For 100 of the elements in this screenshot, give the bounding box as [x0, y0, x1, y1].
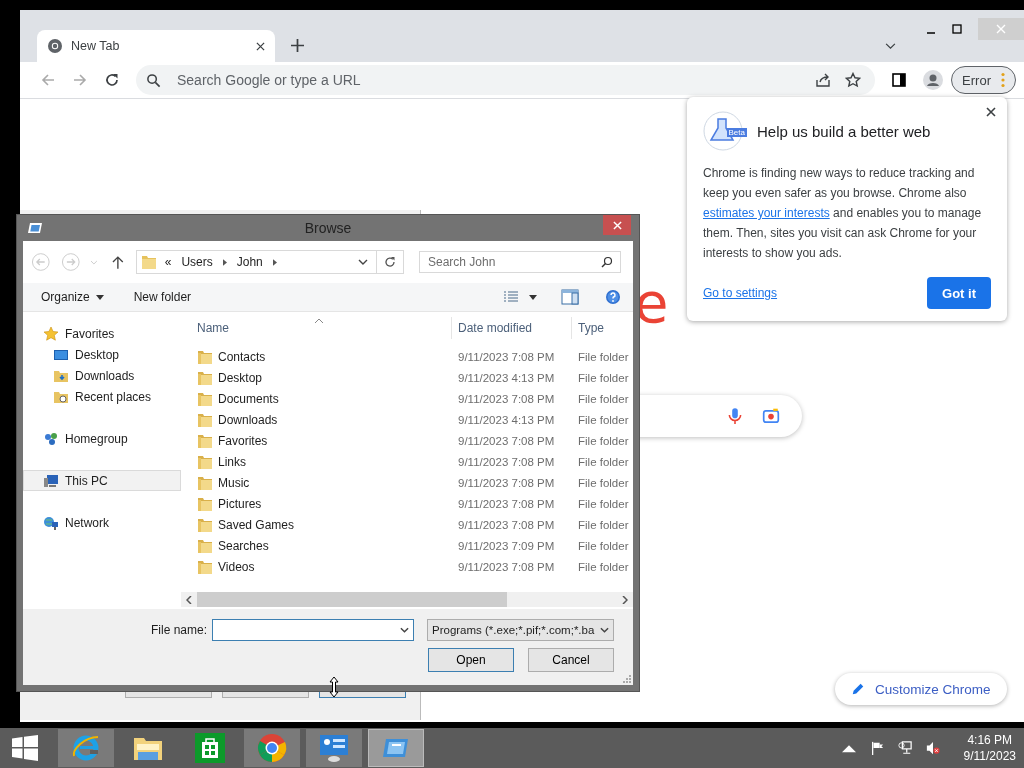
help-icon[interactable] [605, 289, 621, 305]
caret-icon[interactable] [529, 294, 537, 300]
folder-icon [197, 390, 213, 407]
table-cell-text: File folder [577, 413, 630, 426]
dialog-button[interactable]: Cancel [528, 648, 614, 672]
table-cell-text: 9/11/2023 7:08 PM [457, 434, 556, 447]
breadcrumb-item[interactable]: John [236, 255, 263, 269]
url-field[interactable]: Search Google or type a URL [175, 71, 802, 89]
speaker-muted-icon[interactable] [925, 741, 940, 755]
caret-icon [95, 294, 104, 300]
toolbar-button[interactable]: Organize [41, 290, 104, 304]
file-name[interactable]: Pictures [218, 496, 262, 511]
control-panel-icon [318, 732, 350, 764]
preview-pane-icon[interactable] [561, 289, 579, 305]
toolbar-button[interactable]: New folder [133, 290, 192, 304]
dialog-button[interactable]: Open [428, 648, 514, 672]
nav-item[interactable]: Homegroup [23, 428, 181, 449]
close-icon[interactable] [986, 107, 996, 117]
close-icon[interactable] [256, 41, 265, 51]
file-name[interactable]: Videos [218, 559, 255, 574]
up-arrow-icon[interactable] [112, 255, 124, 269]
address-bar[interactable]: Search Google or type a URL [136, 65, 876, 95]
clock-time[interactable]: 4:16 PM [967, 732, 1013, 748]
table-cell-text: 9/11/2023 4:13 PM [457, 371, 556, 384]
new-tab-icon[interactable] [291, 39, 304, 52]
table-cell-text: 9/11/2023 7:08 PM [457, 518, 556, 531]
column-header[interactable]: Type [572, 317, 632, 339]
nav-item[interactable]: Network [23, 512, 181, 533]
folder-icon [197, 516, 213, 533]
nav-item[interactable]: This PC [23, 470, 181, 491]
shopping-bag-icon [194, 732, 226, 764]
chevron-down-icon[interactable] [358, 259, 368, 265]
windows-start-icon[interactable] [12, 735, 38, 761]
flag-icon[interactable] [869, 741, 884, 755]
taskbar-button[interactable] [244, 729, 300, 767]
file-name-field[interactable] [212, 619, 414, 641]
folder-icon [197, 537, 213, 554]
file-name[interactable]: Favorites [218, 433, 268, 448]
reload-icon[interactable] [104, 72, 120, 88]
interests-link[interactable]: estimates your interests [703, 206, 830, 220]
chevron-right-icon[interactable] [272, 258, 277, 266]
table-cell-text: 9/11/2023 4:13 PM [457, 413, 556, 426]
folder-icon [197, 369, 213, 386]
file-name[interactable]: Links [218, 454, 246, 469]
table-cell-text: File folder [577, 539, 630, 552]
resize-grip-icon[interactable] [623, 675, 631, 683]
file-name[interactable]: Music [218, 475, 250, 490]
file-name[interactable]: Saved Games [218, 517, 295, 532]
chevron-down-icon [400, 627, 409, 633]
taskbar-button[interactable] [306, 729, 362, 767]
folder-icon [197, 495, 213, 512]
people-icon [43, 430, 59, 447]
search-field[interactable]: Search John [419, 251, 621, 273]
star-icon[interactable] [845, 72, 862, 88]
scroll-left-icon[interactable] [186, 595, 192, 604]
file-type-dropdown[interactable]: Programs (*.exe;*.pif;*.com;*.ba [427, 619, 614, 641]
more-icon [1001, 72, 1005, 88]
chevron-right-icon[interactable] [222, 258, 227, 266]
column-header[interactable]: Date modified [452, 317, 572, 339]
table-cell-text: File folder [577, 350, 630, 363]
file-name[interactable]: Searches [218, 538, 269, 553]
camera-icon[interactable] [762, 407, 780, 425]
avatar-icon[interactable] [923, 70, 944, 90]
table-cell-text: File folder [577, 518, 630, 531]
file-name[interactable]: Desktop [218, 370, 263, 385]
share-icon[interactable] [815, 72, 832, 88]
maximize-icon[interactable] [952, 24, 962, 34]
file-name[interactable]: Downloads [218, 412, 278, 427]
nav-item[interactable]: Downloads [23, 365, 181, 386]
table-cell-text: File folder [577, 455, 630, 468]
table-cell-text: 9/11/2023 7:08 PM [457, 497, 556, 510]
settings-link[interactable]: Go to settings [703, 286, 778, 300]
side-panel-icon[interactable] [891, 72, 908, 88]
overflow-mark[interactable]: « [164, 255, 172, 269]
nav-item[interactable]: Recent places [23, 386, 181, 407]
table-cell-text: File folder [577, 497, 630, 510]
folder-icon [197, 453, 213, 470]
nav-item[interactable]: Favorites [23, 323, 181, 344]
file-name[interactable]: Contacts [218, 349, 266, 364]
column-header[interactable]: Name [181, 317, 452, 339]
chevron-down-icon[interactable] [885, 43, 896, 50]
horizontal-scrollbar[interactable] [181, 592, 633, 607]
browser-tab[interactable]: New Tab [37, 30, 275, 62]
customize-chrome-button[interactable]: Customize Chrome [835, 673, 1007, 705]
breadcrumb-item[interactable]: Users [181, 255, 213, 269]
folder-icon [197, 432, 213, 449]
table-cell-text: File folder [577, 476, 630, 489]
file-name[interactable]: Documents [218, 391, 279, 406]
nav-item[interactable]: Desktop [23, 344, 181, 365]
scroll-right-icon[interactable] [622, 595, 628, 604]
profile-error-button[interactable]: Error [951, 66, 1016, 94]
clock-date[interactable]: 9/11/2023 [963, 748, 1016, 764]
address-field[interactable]: « Users John [135, 250, 404, 274]
chevron-down-icon [600, 627, 609, 633]
microphone-icon[interactable] [726, 407, 744, 425]
network-icon [43, 514, 59, 531]
network-icon[interactable] [897, 741, 912, 755]
close-button[interactable] [603, 215, 631, 235]
got-it-button[interactable]: Got it [927, 277, 991, 309]
computer-icon [43, 472, 59, 489]
